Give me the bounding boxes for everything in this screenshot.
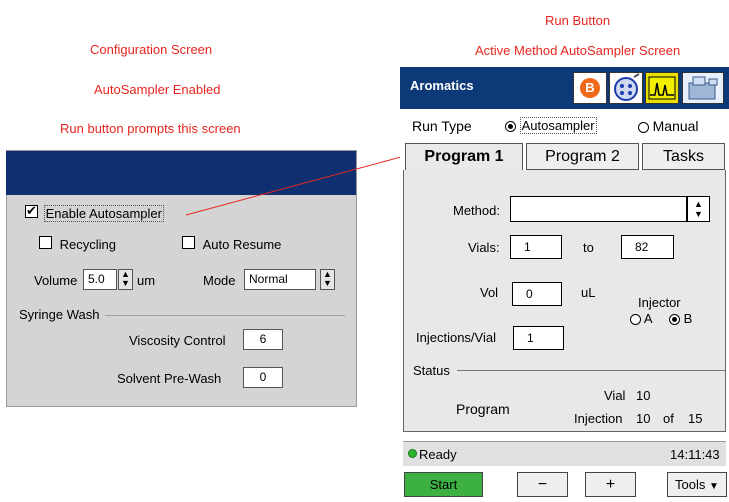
- vials-from-field[interactable]: 1: [510, 235, 562, 259]
- increment-button[interactable]: +: [585, 472, 636, 497]
- vials-to-label: to: [583, 240, 594, 255]
- vial-status-value: 10: [636, 388, 651, 403]
- tools-label: Tools: [675, 477, 706, 492]
- injector-a-row[interactable]: A: [630, 311, 653, 326]
- autosampler-radio-label: Autosampler: [519, 117, 597, 134]
- vials-to-field[interactable]: 82: [621, 235, 674, 259]
- autosampler-tray-icon[interactable]: [609, 72, 643, 104]
- decrement-button[interactable]: −: [517, 472, 568, 497]
- chevron-down-icon: ▼: [709, 481, 719, 492]
- injections-per-vial-field[interactable]: 1: [513, 326, 564, 350]
- manual-radio[interactable]: [638, 122, 649, 134]
- injection-of-label: of: [663, 411, 674, 426]
- run-type-label: Run Type: [412, 118, 472, 134]
- manual-radio-row[interactable]: Manual: [638, 118, 699, 134]
- tab-program-2[interactable]: Program 2: [526, 143, 639, 170]
- method-dropdown-button[interactable]: ▲ ▼: [687, 196, 710, 222]
- program-status-label: Program: [456, 401, 510, 417]
- injection-status-value: 10: [636, 411, 651, 426]
- method-select[interactable]: [510, 196, 687, 222]
- vol-label: Vol: [480, 285, 499, 300]
- injector-a-radio[interactable]: [630, 314, 641, 326]
- clock-time: 14:11:43: [670, 447, 720, 462]
- ready-indicator-icon: [408, 449, 417, 458]
- vials-label: Vials:: [468, 240, 500, 255]
- vial-status-label: Vial: [604, 388, 626, 403]
- injector-a-label: A: [643, 311, 653, 326]
- chromatogram-icon[interactable]: [645, 72, 679, 104]
- ready-status-text: Ready: [419, 447, 457, 462]
- autosampler-radio-row[interactable]: Autosampler: [505, 117, 597, 134]
- injection-status-label: Injection: [574, 411, 623, 426]
- tab-program-1[interactable]: Program 1: [405, 143, 523, 171]
- device-title: Aromatics: [410, 78, 474, 93]
- status-label: Status: [413, 363, 450, 378]
- instrument-icon[interactable]: [682, 72, 724, 104]
- status-divider: [457, 370, 725, 371]
- manual-radio-label: Manual: [652, 118, 699, 134]
- vol-field[interactable]: 0: [512, 282, 562, 306]
- injections-per-vial-label: Injections/Vial: [416, 330, 496, 345]
- method-label: Method:: [453, 203, 500, 218]
- injector-b-radio[interactable]: [669, 314, 680, 326]
- tools-menu-button[interactable]: Tools ▼: [667, 472, 727, 497]
- injector-b-row[interactable]: B: [669, 311, 692, 326]
- tab-tasks[interactable]: Tasks: [642, 143, 725, 170]
- injector-b-label: B: [683, 311, 693, 326]
- vol-unit: uL: [581, 285, 596, 300]
- start-button[interactable]: Start: [404, 472, 483, 497]
- injection-total-value: 15: [688, 411, 703, 426]
- autosampler-radio[interactable]: [505, 121, 516, 133]
- b-icon[interactable]: B: [573, 72, 607, 104]
- injector-label: Injector: [638, 295, 681, 310]
